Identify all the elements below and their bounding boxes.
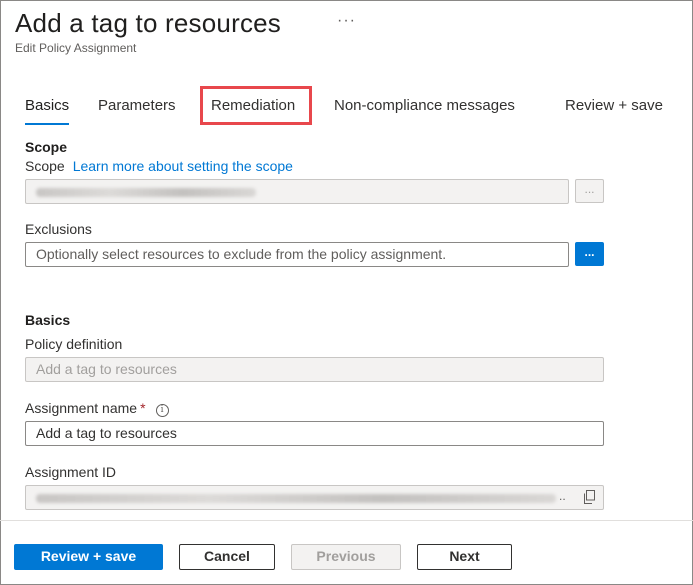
tab-parameters[interactable]: Parameters [98, 97, 176, 123]
ellipsis-icon[interactable]: ··· [337, 12, 356, 30]
tab-review-save[interactable]: Review + save [565, 97, 663, 123]
remediation-highlight-box [200, 86, 312, 125]
footer-divider [0, 520, 693, 521]
exclusions-field[interactable]: Optionally select resources to exclude f… [25, 242, 569, 267]
tab-basics[interactable]: Basics [25, 97, 69, 123]
policy-definition-label: Policy definition [25, 336, 123, 352]
assignment-name-value: Add a tag to resources [36, 425, 177, 441]
policy-definition-value: Add a tag to resources [36, 361, 177, 377]
policy-definition-field: Add a tag to resources [25, 357, 604, 382]
assignment-id-label: Assignment ID [25, 464, 117, 480]
scope-learn-more-link[interactable]: Learn more about setting the scope [73, 158, 293, 174]
page-subtitle: Edit Policy Assignment [15, 41, 137, 55]
exclusions-placeholder: Optionally select resources to exclude f… [36, 246, 447, 262]
scope-label-row: Scope Learn more about setting the scope [25, 158, 293, 174]
basics-section-title: Basics [25, 312, 71, 328]
assignment-name-input[interactable]: Add a tag to resources [25, 421, 604, 446]
scope-section-title: Scope [25, 139, 68, 155]
cancel-button[interactable]: Cancel [179, 544, 275, 570]
tab-non-compliance-messages[interactable]: Non-compliance messages [334, 97, 515, 123]
scope-field[interactable] [25, 179, 569, 204]
page-title: Add a tag to resources [15, 8, 281, 38]
required-asterisk: * [140, 400, 146, 416]
assignment-name-label: Assignment name [25, 400, 138, 416]
assignment-name-label-row: Assignment name * i [25, 400, 169, 417]
exclusions-browse-button[interactable]: ... [575, 242, 604, 266]
previous-button: Previous [291, 544, 401, 570]
scope-label: Scope [25, 158, 65, 174]
scope-browse-button[interactable]: ... [575, 179, 604, 203]
assignment-id-field [25, 485, 604, 510]
assignment-id-value-obscured [36, 493, 556, 503]
info-icon[interactable]: i [155, 404, 169, 417]
review-save-button[interactable]: Review + save [14, 544, 163, 570]
scope-value-obscured [36, 187, 256, 197]
assignment-id-ellipsis: .. [559, 489, 566, 503]
copy-icon[interactable] [583, 490, 596, 504]
next-button[interactable]: Next [417, 544, 512, 570]
tab-bar: Basics Parameters Remediation Non-compli… [0, 97, 693, 127]
active-tab-indicator [25, 123, 69, 125]
exclusions-label: Exclusions [25, 221, 92, 237]
